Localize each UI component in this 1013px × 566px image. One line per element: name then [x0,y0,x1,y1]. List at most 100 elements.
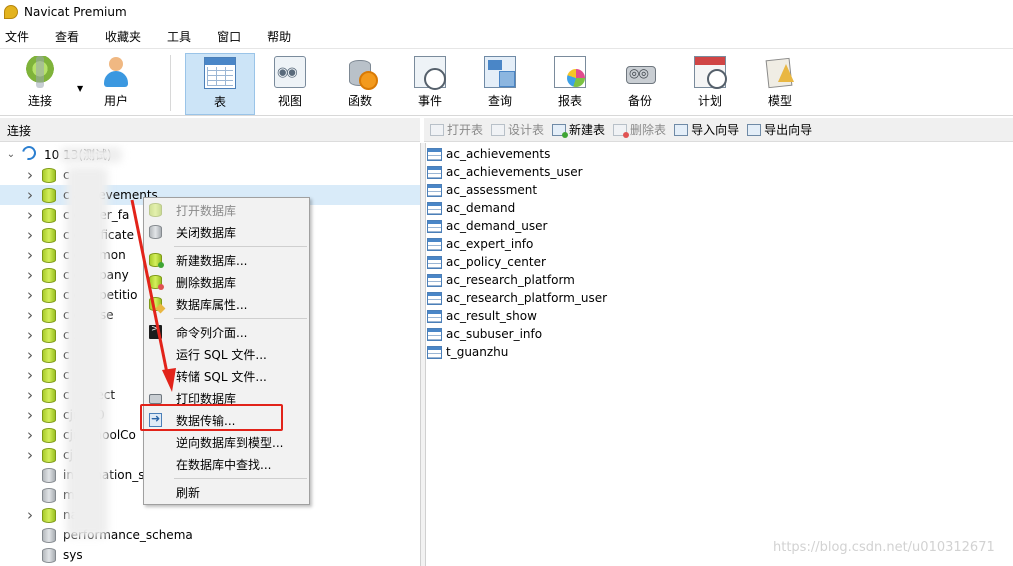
chevron-right-icon[interactable]: › [24,286,36,304]
panel-splitter[interactable] [420,143,426,566]
menu-database-properties[interactable]: 数据库属性... [144,293,309,315]
event-icon [414,56,446,90]
open-table-label: 打开表 [447,123,484,137]
menu-open-database[interactable]: 打开数据库 [144,199,309,221]
database-node[interactable]: sys [0,545,420,565]
connection-button-label: 连接 [27,94,52,108]
import-wizard-icon [674,123,689,136]
chevron-down-icon[interactable]: ⌄ [5,149,17,160]
query-button-label: 查询 [487,94,512,108]
chevron-right-icon[interactable]: › [24,346,36,364]
menu-favorites[interactable]: 收藏夹 [100,28,151,45]
design-table-button[interactable]: 设计表 [491,121,544,138]
report-button-label: 报表 [557,94,582,108]
table-item[interactable]: ac_expert_info [427,235,533,253]
menu-help[interactable]: 帮助 [262,28,301,45]
export-wizard-label: 导出向导 [764,123,813,137]
chevron-right-icon[interactable]: › [24,246,36,264]
export-wizard-button[interactable]: 导出向导 [747,121,812,138]
menu-run-sql-file[interactable]: 运行 SQL 文件... [144,343,309,365]
database-node[interactable]: performance_schema [0,525,420,545]
database-node[interactable]: ›c [0,165,420,185]
report-button[interactable]: 报表 [535,53,605,115]
menu-command-line[interactable]: 命令列介面... [144,321,309,343]
table-item[interactable]: ac_demand_user [427,217,547,235]
table-name: ac_subuser_info [446,327,543,341]
table-item[interactable]: ac_research_platform_user [427,289,607,307]
open-table-button[interactable]: 打开表 [430,121,483,138]
menu-window[interactable]: 窗口 [212,28,251,45]
menu-file[interactable]: 文件 [0,28,39,45]
delete-table-button[interactable]: 删除表 [613,121,666,138]
table-item[interactable]: ac_assessment [427,181,537,199]
table-name: ac_achievements_user [446,165,583,179]
menu-new-database[interactable]: 新建数据库... [144,249,309,271]
table-item[interactable]: t_guanzhu [427,343,508,361]
chevron-right-icon[interactable]: › [24,266,36,284]
printer-icon [149,394,162,404]
connection-button[interactable]: 连接 ▼ [5,53,83,115]
user-button[interactable]: 用户 [81,53,151,115]
menu-tools[interactable]: 工具 [162,28,201,45]
watermark-text: https://blog.csdn.net/u010312671 [773,540,995,555]
chevron-right-icon[interactable]: › [24,446,36,464]
database-label: sys [63,548,83,562]
table-name: ac_result_show [446,309,537,323]
open-table-icon [430,123,444,136]
table-name: ac_research_platform [446,273,575,287]
chevron-right-icon[interactable]: › [24,306,36,324]
chevron-right-icon[interactable]: › [24,386,36,404]
database-properties-icon [149,297,162,311]
menu-refresh[interactable]: 刷新 [144,481,309,503]
export-wizard-icon [747,123,762,136]
chevron-right-icon[interactable]: › [24,226,36,244]
view-icon [274,56,306,88]
table-item[interactable]: ac_research_platform [427,271,575,289]
table-item[interactable]: ac_achievements [427,145,550,163]
database-closed-icon [42,488,56,503]
object-toolbar: 打开表 设计表 新建表 删除表 导入向导 导出向导 [424,118,1013,142]
chevron-right-icon[interactable]: › [24,366,36,384]
backup-button-label: 备份 [627,94,652,108]
table-button-label: 表 [213,95,226,109]
chevron-right-icon[interactable]: › [24,166,36,184]
table-item[interactable]: ac_demand [427,199,515,217]
new-table-icon [552,123,569,138]
chevron-right-icon[interactable]: › [24,326,36,344]
chevron-right-icon[interactable]: › [24,506,36,524]
chevron-right-icon[interactable]: › [24,206,36,224]
chevron-right-icon[interactable]: › [24,186,36,204]
database-node[interactable]: ›nacos [0,505,420,525]
navicat-logo-icon [4,5,18,19]
table-item[interactable]: ac_policy_center [427,253,546,271]
menu-reverse-to-model[interactable]: 逆向数据库到模型... [144,431,309,453]
model-button[interactable]: 模型 [745,53,815,115]
chevron-right-icon[interactable]: › [24,426,36,444]
database-open-icon [42,248,56,263]
table-icon [204,57,236,89]
event-button[interactable]: 事件 [395,53,465,115]
table-button[interactable]: 表 [185,53,255,115]
table-item[interactable]: ac_subuser_info [427,325,542,343]
menu-find-in-database[interactable]: 在数据库中查找... [144,453,309,475]
function-button-label: 函数 [347,94,372,108]
query-button[interactable]: 查询 [465,53,535,115]
backup-button[interactable]: 备份 [605,53,675,115]
menu-close-database[interactable]: 关闭数据库 [144,221,309,243]
database-context-menu: 打开数据库 关闭数据库 新建数据库... 删除数据库 数据库属性... 命令列介… [143,197,310,505]
function-button[interactable]: 函数 [325,53,395,115]
menu-separator [174,478,307,479]
menu-view[interactable]: 查看 [50,28,89,45]
database-closed-icon [42,528,56,543]
table-icon [427,291,442,305]
menu-dump-sql-file[interactable]: 转储 SQL 文件... [144,365,309,387]
table-item[interactable]: ac_achievements_user [427,163,583,181]
new-table-button[interactable]: 新建表 [552,121,605,138]
table-item[interactable]: ac_result_show [427,307,537,325]
menu-delete-database[interactable]: 删除数据库 [144,271,309,293]
console-icon [149,324,162,339]
chevron-right-icon[interactable]: › [24,406,36,424]
schedule-button[interactable]: 计划 [675,53,745,115]
import-wizard-button[interactable]: 导入向导 [674,121,739,138]
view-button[interactable]: 视图 [255,53,325,115]
